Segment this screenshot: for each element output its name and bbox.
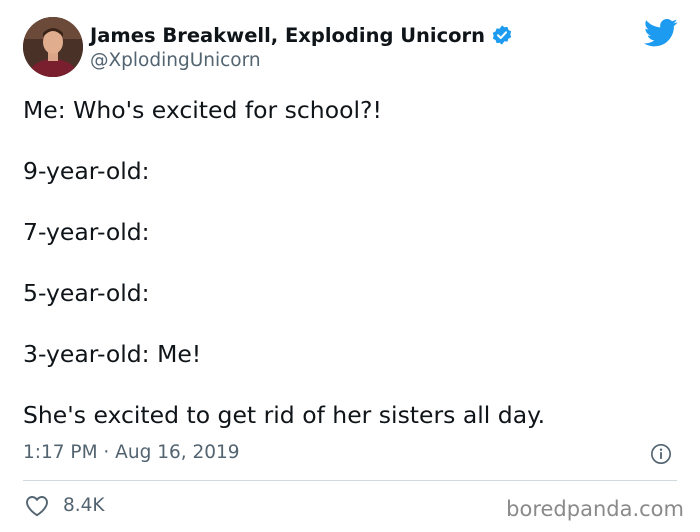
tweet-card: James Breakwell, Exploding Unicorn @Xplo…: [0, 0, 700, 532]
info-icon[interactable]: [650, 443, 672, 465]
tweet-text-line-6: She's excited to get rid of her sisters …: [23, 401, 546, 429]
tweet-text-line-3: 7-year-old:: [23, 218, 150, 246]
verified-badge-icon: [491, 24, 513, 46]
like-count[interactable]: 8.4K: [63, 494, 105, 518]
twitter-bird-icon[interactable]: [644, 18, 678, 48]
author-handle[interactable]: @XplodingUnicorn: [90, 50, 261, 71]
divider: [23, 480, 677, 481]
author-name-row[interactable]: James Breakwell, Exploding Unicorn: [90, 22, 513, 48]
heart-icon[interactable]: [25, 495, 49, 517]
author-display-name[interactable]: James Breakwell, Exploding Unicorn: [90, 24, 485, 47]
tweet-timestamp[interactable]: 1:17 PM · Aug 16, 2019: [23, 441, 240, 465]
watermark: boredpanda.com: [506, 497, 684, 521]
tweet-text-line-1: Me: Who's excited for school?!: [23, 96, 382, 124]
avatar[interactable]: [23, 17, 83, 77]
tweet-text-line-4: 5-year-old:: [23, 279, 150, 307]
tweet-text-line-2: 9-year-old:: [23, 157, 150, 185]
tweet-text-line-5: 3-year-old: Me!: [23, 340, 202, 368]
